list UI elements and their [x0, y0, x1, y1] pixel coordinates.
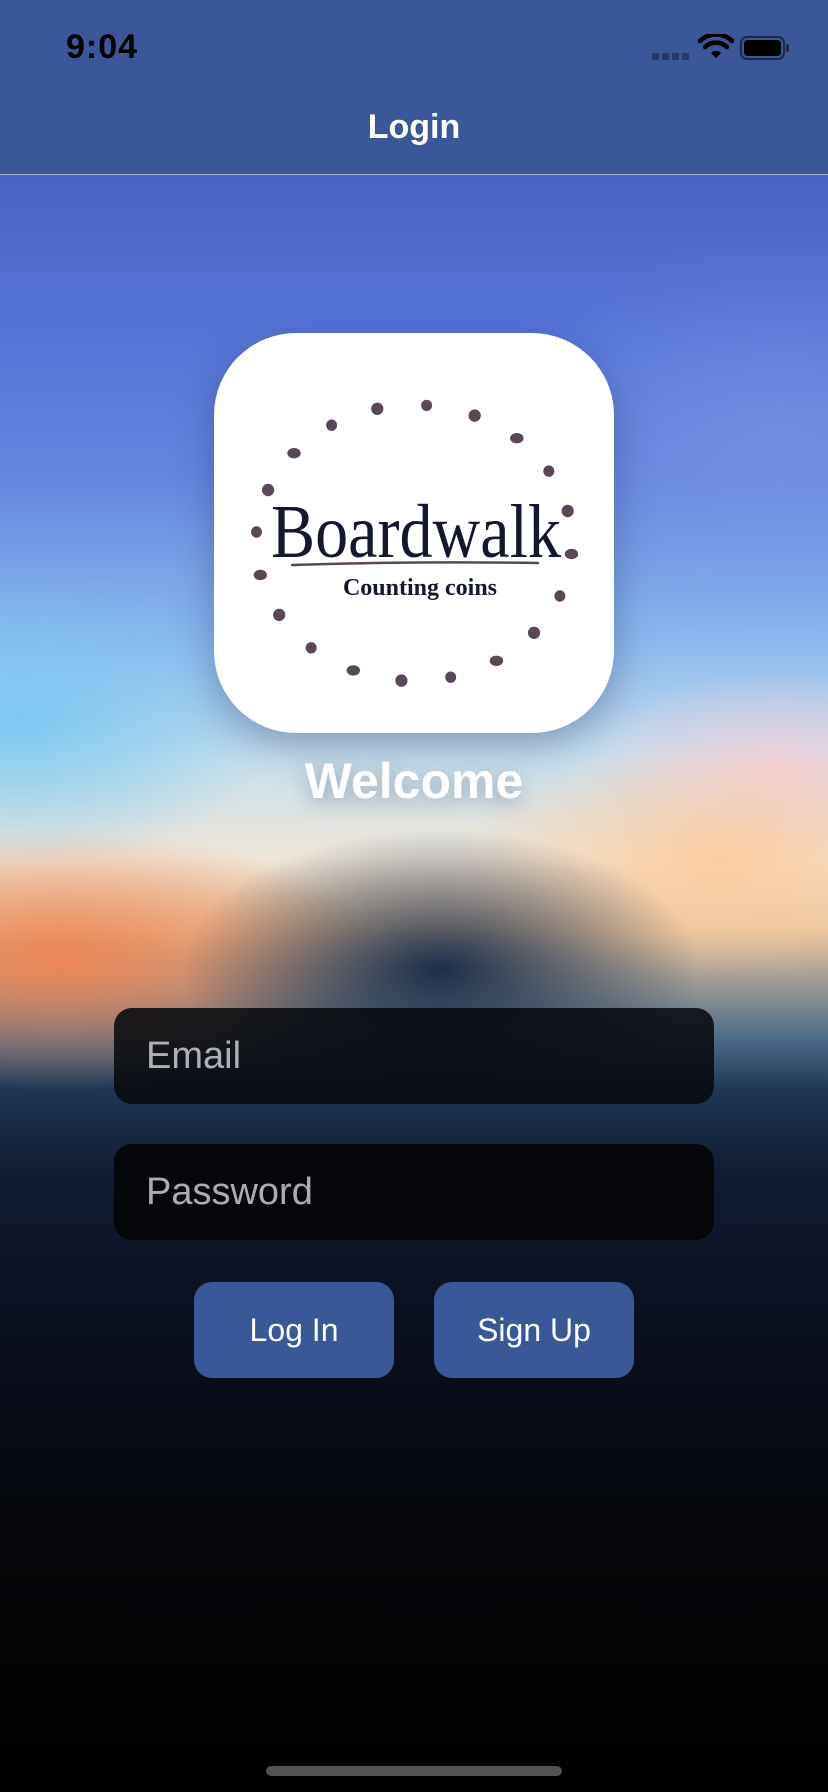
logo-tagline-text: Counting coins	[343, 575, 497, 601]
home-indicator	[266, 1766, 562, 1776]
logo-dot	[421, 399, 433, 412]
logo-dot	[395, 674, 408, 687]
logo-dot	[527, 626, 541, 639]
logo-dot	[251, 526, 262, 538]
logo-dot	[253, 569, 267, 581]
logo-dot	[554, 590, 566, 602]
logo-dot	[305, 642, 317, 654]
logo-dot	[326, 419, 338, 431]
logo-dot	[445, 671, 457, 683]
logo-dot	[346, 665, 360, 676]
login-button[interactable]: Log In	[194, 1282, 394, 1378]
logo-dot	[543, 465, 555, 477]
logo-dot	[287, 448, 301, 459]
logo-dot	[273, 608, 286, 622]
welcome-heading: Welcome	[304, 753, 524, 809]
logo-dot	[561, 504, 574, 518]
navigation-bar: Login	[0, 90, 828, 175]
logo-dot	[564, 548, 579, 560]
cellular-signal-icon	[652, 53, 690, 61]
blurred-background	[0, 0, 828, 1792]
signup-button[interactable]: Sign Up	[434, 1282, 634, 1378]
login-screen: 9:04 Login Boardwalk Counting coins Welc…	[0, 0, 828, 1792]
logo-dot	[510, 433, 524, 444]
battery-icon	[740, 36, 789, 60]
logo-dot	[371, 402, 384, 415]
logo-dot	[468, 409, 481, 422]
page-title: Login	[367, 108, 461, 146]
logo-graphic: Boardwalk Counting coins	[251, 399, 579, 687]
password-field[interactable]	[114, 1144, 714, 1240]
app-logo: Boardwalk Counting coins	[214, 333, 614, 733]
status-bar: 9:04	[0, 0, 828, 90]
email-field[interactable]	[114, 1008, 714, 1104]
wifi-icon	[698, 34, 734, 58]
status-time: 9:04	[66, 28, 139, 66]
logo-dot	[489, 655, 504, 666]
